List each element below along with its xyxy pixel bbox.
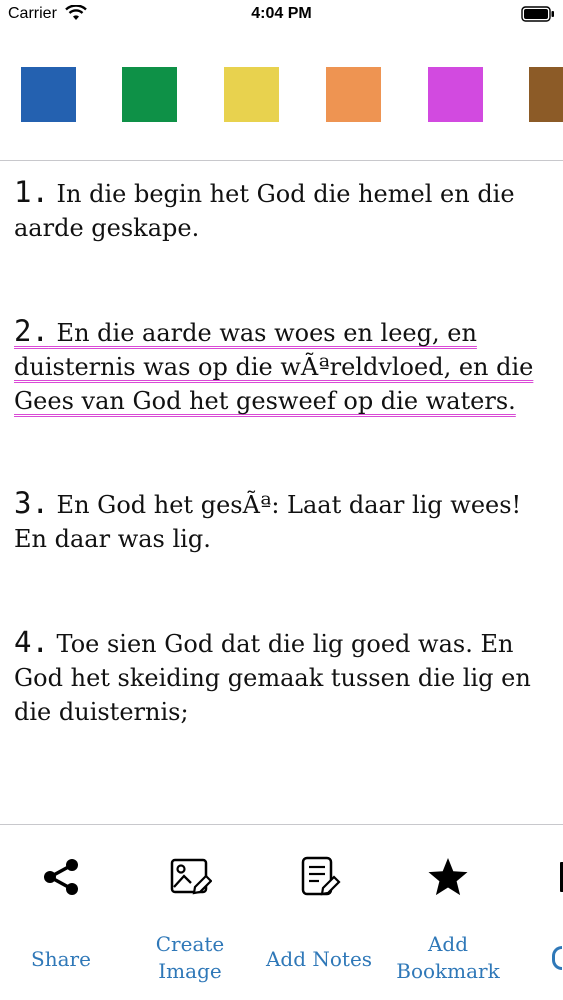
verse-text: In die begin het God die hemel en die aa…: [14, 180, 515, 242]
verse-text: En die aarde was woes en leeg, en duiste…: [14, 319, 534, 415]
status-bar: Carrier 4:04 PM: [0, 0, 563, 30]
color-swatch-orange[interactable]: [326, 67, 381, 122]
verse-number: 3.: [14, 486, 49, 520]
verse-item-highlighted[interactable]: 2. En die aarde was woes en leeg, en dui…: [14, 314, 554, 418]
add-notes-button[interactable]: Add Notes: [254, 825, 384, 1000]
notes-edit-icon: [301, 856, 341, 896]
battery-icon: [521, 6, 554, 22]
share-label: Share: [31, 947, 91, 971]
verse-item[interactable]: 3. En God het gesÃª: Laat daar lig wees!…: [14, 486, 554, 556]
verse-text: Toe sien God dat die lig goed was. En Go…: [14, 630, 531, 726]
create-image-button[interactable]: Create Image: [125, 825, 255, 1000]
status-time: 4:04 PM: [251, 5, 312, 22]
create-image-label: Create Image: [155, 932, 225, 983]
color-swatch-yellow[interactable]: [224, 67, 279, 122]
verse-action-toolbar: Share Create Image Add Notes Add Bookmar…: [0, 825, 563, 1000]
verse-number: 4.: [14, 625, 49, 659]
color-swatch-blue[interactable]: [21, 67, 76, 122]
star-icon: [428, 858, 468, 896]
add-bookmark-button[interactable]: Add Bookmark: [383, 825, 513, 1000]
verse-number: 2.: [14, 314, 49, 348]
palette-divider: [0, 160, 563, 161]
verse-item[interactable]: 4. Toe sien God dat die lig goed was. En…: [14, 625, 554, 729]
partial-next-action-button[interactable]: [550, 825, 563, 1000]
color-swatch-green[interactable]: [122, 67, 177, 122]
image-edit-icon: [170, 858, 212, 895]
verse-item[interactable]: 1. In die begin het God die hemel en die…: [14, 175, 554, 245]
share-button[interactable]: Share: [0, 825, 126, 1000]
color-swatch-brown[interactable]: [529, 67, 563, 122]
verse-text: En God het gesÃª: Laat daar lig wees! En…: [14, 491, 522, 553]
verse-list: 1. In die begin het God die hemel en die…: [14, 175, 554, 729]
verse-number: 1.: [14, 175, 49, 209]
highlight-color-palette: [0, 67, 563, 123]
partial-action-label: [552, 946, 562, 970]
color-swatch-magenta[interactable]: [428, 67, 483, 122]
share-icon: [44, 859, 78, 895]
add-notes-label: Add Notes: [265, 947, 373, 971]
add-bookmark-label: Add Bookmark: [396, 932, 500, 983]
